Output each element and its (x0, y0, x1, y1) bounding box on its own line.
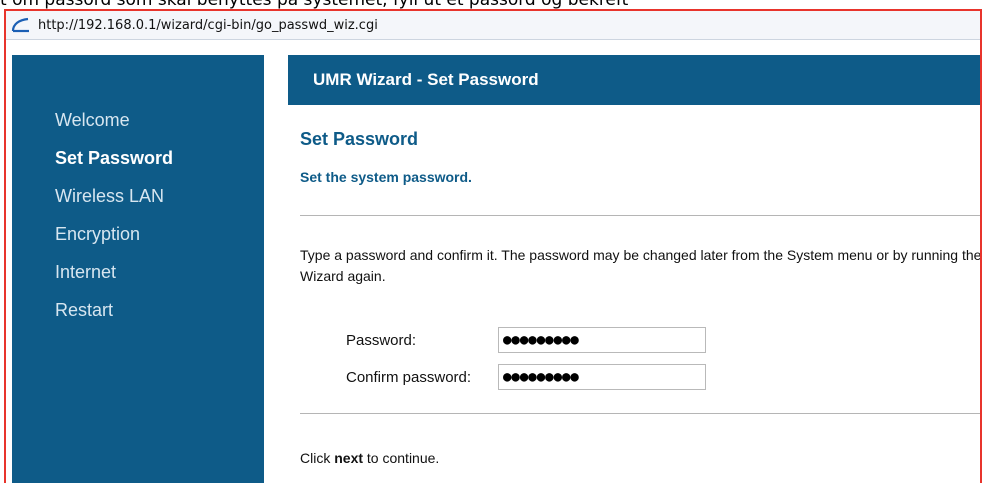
address-bar[interactable]: http://192.168.0.1/wizard/cgi-bin/go_pas… (6, 11, 980, 40)
password-field[interactable] (498, 327, 706, 353)
confirm-password-label: Confirm password: (346, 368, 472, 386)
page-subtitle: Set the system password. (300, 169, 472, 185)
browser-frame: http://192.168.0.1/wizard/cgi-bin/go_pas… (4, 9, 982, 483)
footer-instruction: Click next to continue. (300, 450, 439, 466)
confirm-password-row: Confirm password: (346, 360, 706, 394)
footer-suffix: to continue. (363, 450, 440, 466)
footer-prefix: Click (300, 450, 335, 466)
divider (300, 215, 980, 216)
sidebar-item-set-password[interactable]: Set Password (55, 139, 173, 177)
page-title: Set Password (300, 129, 419, 149)
wizard-header: UMR Wizard - Set Password (288, 55, 980, 105)
sidebar-item-welcome[interactable]: Welcome (55, 101, 173, 139)
sidebar-item-wireless-lan[interactable]: Wireless LAN (55, 177, 173, 215)
divider (300, 413, 980, 414)
sidebar-item-internet[interactable]: Internet (55, 253, 173, 291)
password-row: Password: (346, 323, 706, 357)
next-keyword: next (334, 450, 364, 466)
instructions-text: Type a password and confirm it. The pass… (300, 247, 982, 284)
sidebar-item-encryption[interactable]: Encryption (55, 215, 173, 253)
sidebar-nav: Welcome Set Password Wireless LAN Encryp… (55, 101, 173, 329)
password-label: Password: (346, 331, 417, 349)
sidebar: Welcome Set Password Wireless LAN Encryp… (12, 55, 264, 483)
sidebar-item-restart[interactable]: Restart (55, 291, 173, 329)
ie-page-icon (10, 14, 32, 36)
confirm-password-field[interactable] (498, 364, 706, 390)
address-url[interactable]: http://192.168.0.1/wizard/cgi-bin/go_pas… (38, 18, 378, 33)
